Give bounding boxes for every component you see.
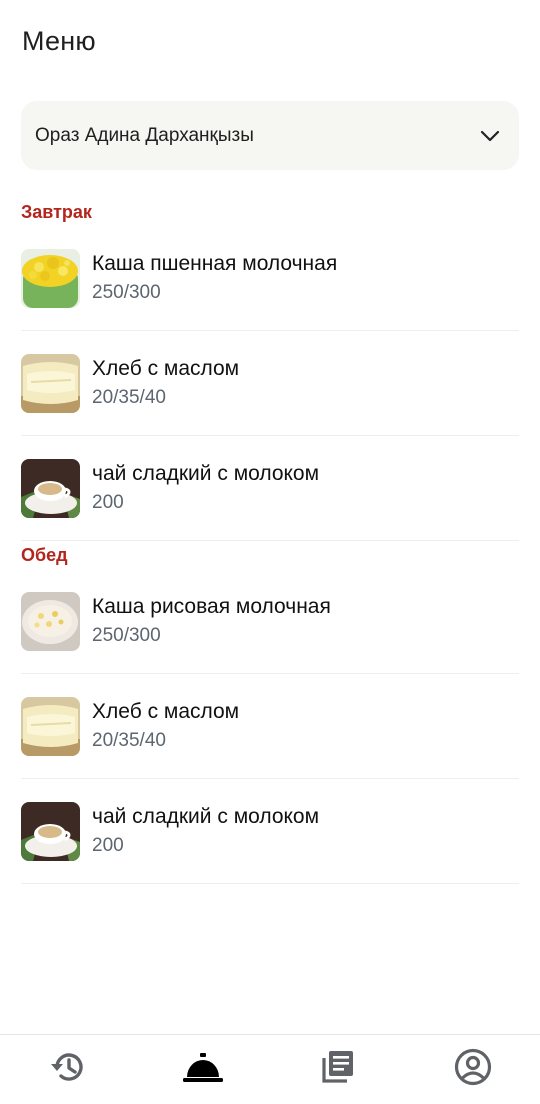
dish-portion: 200 bbox=[92, 492, 124, 513]
section-title-breakfast: Завтрак bbox=[21, 202, 92, 222]
millet-porridge-image bbox=[21, 248, 80, 308]
dish-portion: 20/35/40 bbox=[92, 387, 166, 408]
dish-portion: 200 bbox=[92, 835, 124, 856]
menu-list-icon bbox=[318, 1047, 358, 1092]
dish-name: Каша рисовая молочная bbox=[92, 595, 331, 618]
nav-profile[interactable] bbox=[405, 1035, 540, 1104]
bread-butter-image bbox=[21, 696, 80, 756]
page-title: Меню bbox=[22, 26, 96, 56]
dish-name: Хлеб с маслом bbox=[92, 700, 240, 723]
section-title-lunch: Обед bbox=[21, 545, 68, 565]
menu-item[interactable]: Каша рисовая молочная 250/300 bbox=[21, 569, 519, 674]
student-selector[interactable]: Ораз Адина Дарханқызы bbox=[21, 101, 519, 170]
menu-item[interactable]: чай сладкий с молоком 200 bbox=[21, 436, 519, 541]
nav-menu-active[interactable] bbox=[135, 1035, 270, 1104]
history-icon bbox=[48, 1047, 88, 1092]
bottom-navigation bbox=[0, 1034, 540, 1104]
dish-portion: 20/35/40 bbox=[92, 730, 166, 751]
menu-item[interactable]: Хлеб с маслом 20/35/40 bbox=[21, 674, 519, 779]
dish-portion: 250/300 bbox=[92, 282, 161, 303]
menu-item[interactable]: чай сладкий с молоком 200 bbox=[21, 779, 519, 884]
chevron-down-icon bbox=[479, 125, 501, 147]
student-selector-value: Ораз Адина Дарханқызы bbox=[35, 124, 254, 146]
dish-portion: 250/300 bbox=[92, 625, 161, 646]
tea-milk-image bbox=[21, 801, 80, 861]
account-icon bbox=[453, 1047, 493, 1092]
nav-news[interactable] bbox=[270, 1035, 405, 1104]
dish-name: Хлеб с маслом bbox=[92, 357, 240, 380]
dish-name: чай сладкий с молоком bbox=[92, 462, 320, 485]
rice-porridge-image bbox=[21, 591, 80, 651]
menu-item[interactable]: Каша пшенная молочная 250/300 bbox=[21, 226, 519, 331]
dish-name: Каша пшенная молочная bbox=[92, 252, 338, 275]
tea-milk-image bbox=[21, 458, 80, 518]
dish-name: чай сладкий с молоком bbox=[92, 805, 320, 828]
menu-item[interactable]: Хлеб с маслом 20/35/40 bbox=[21, 331, 519, 436]
header: Меню bbox=[22, 24, 96, 60]
bread-butter-image bbox=[21, 353, 80, 413]
nav-history[interactable] bbox=[0, 1035, 135, 1104]
service-bell-icon bbox=[182, 1047, 224, 1092]
